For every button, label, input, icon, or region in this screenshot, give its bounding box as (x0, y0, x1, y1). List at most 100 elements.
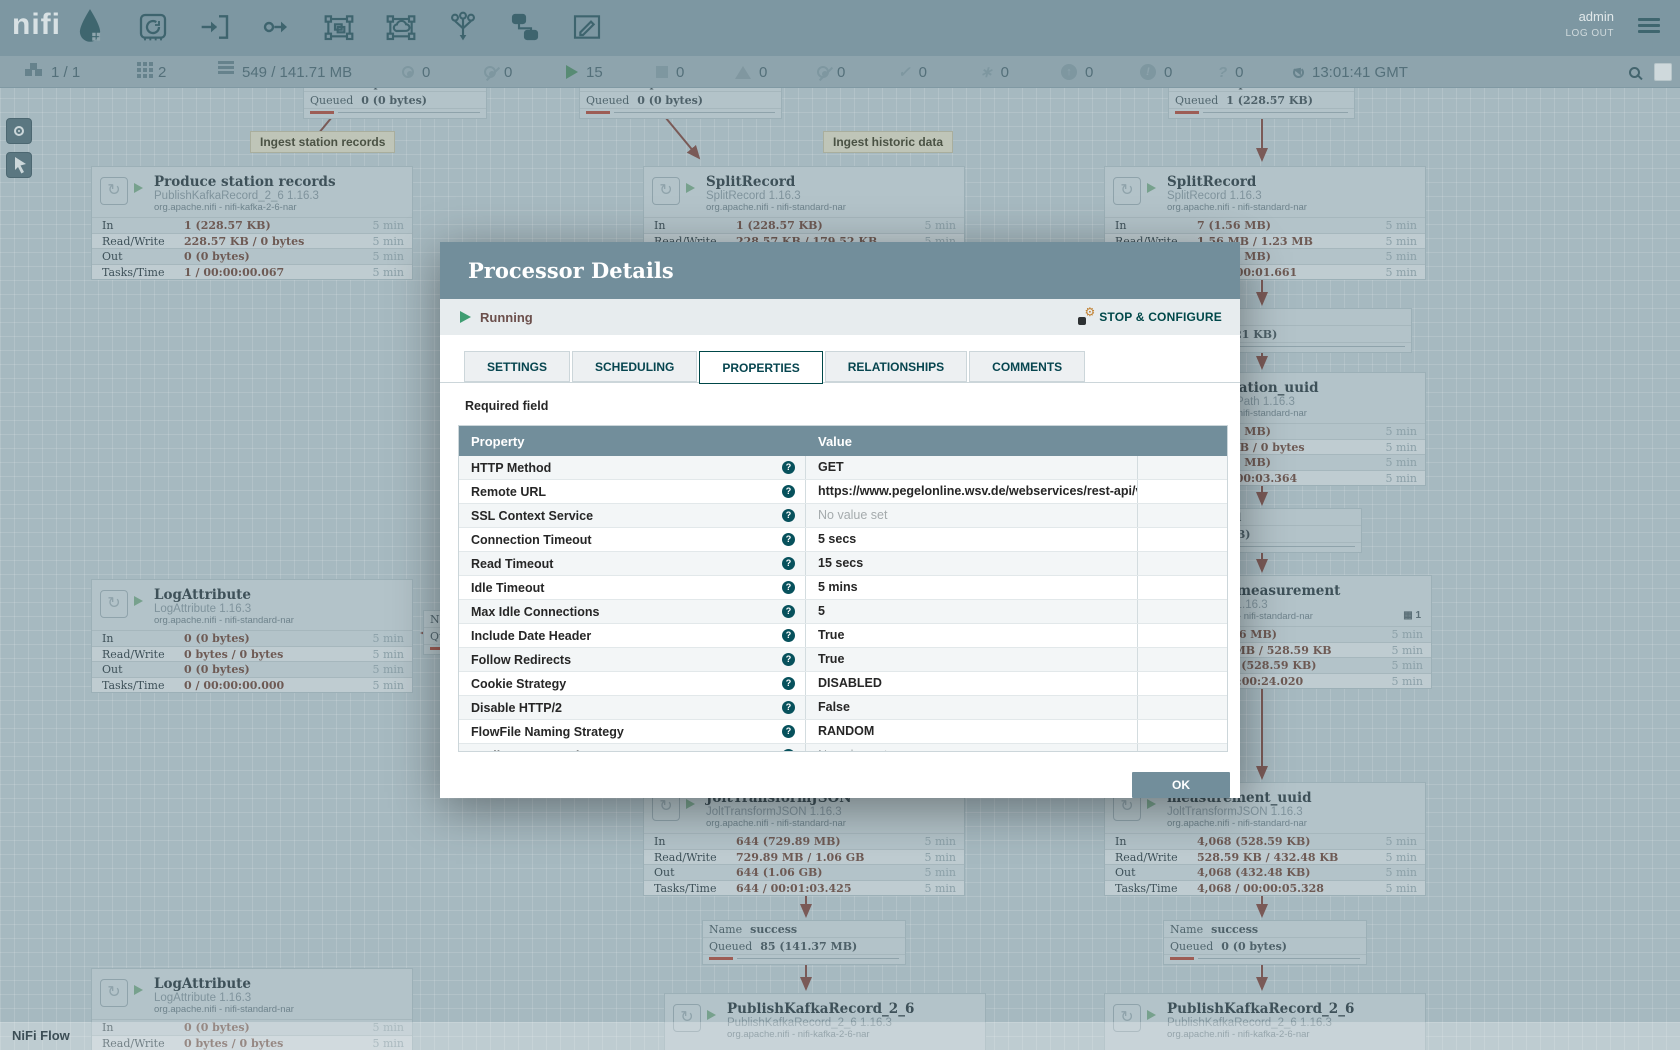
breadcrumb[interactable]: NiFi Flow (0, 1022, 1680, 1050)
property-row[interactable]: Attributes to Send? No value set (459, 744, 1227, 751)
operate-palette-button[interactable] (6, 152, 32, 178)
property-value: True (818, 628, 844, 642)
navigate-palette-button[interactable] (6, 118, 32, 144)
help-icon[interactable]: ? (782, 629, 795, 642)
stopped-count-icon (656, 66, 668, 78)
processor[interactable]: ↻ JoltTransformJSON JoltTransformJSON 1.… (643, 782, 965, 896)
pointer-icon (7, 153, 31, 177)
global-menu-icon[interactable] (1638, 18, 1660, 36)
processor-type-icon: ↻ (100, 177, 128, 205)
help-icon[interactable]: ? (782, 509, 795, 522)
active-threads-icon (137, 62, 141, 66)
property-value: 5 (818, 604, 825, 618)
processor-bundle: org.apache.nifi - nifi-kafka-2-6-nar (154, 202, 404, 213)
help-icon[interactable]: ? (782, 653, 795, 666)
property-value: No value set (818, 748, 887, 751)
tab[interactable]: RELATIONSHIPS (825, 351, 967, 382)
property-value: No value set (818, 508, 887, 522)
logout-link[interactable]: LOG OUT (1565, 28, 1614, 39)
property-value: 5 mins (818, 580, 858, 594)
refresh-icon[interactable] (1293, 67, 1304, 78)
processor-component-icon[interactable] (137, 11, 169, 43)
stat-row: In4,068 (528.59 KB)5 min (1105, 833, 1425, 849)
flow-label[interactable]: Ingest historic data (823, 131, 953, 153)
disabled-count-icon (817, 66, 829, 78)
template-component-icon[interactable] (509, 11, 541, 43)
property-row[interactable]: Include Date Header? True (459, 624, 1227, 648)
flow-label[interactable]: Ingest station records (250, 131, 395, 153)
stat-row: Out0 (0 bytes)5 min (92, 661, 412, 677)
processor-details-dialog: Processor Details Running ⚙ STOP & CONFI… (440, 242, 1240, 798)
help-icon[interactable]: ? (782, 725, 795, 738)
tab[interactable]: PROPERTIES (699, 351, 822, 384)
processor[interactable]: ↻ Produce station records PublishKafkaRe… (91, 166, 413, 280)
help-icon[interactable]: ? (782, 485, 795, 498)
stat-row: In1 (228.57 KB)5 min (92, 217, 412, 233)
help-icon[interactable]: ? (782, 533, 795, 546)
processor-state: Running (480, 310, 533, 325)
help-icon[interactable]: ? (782, 677, 795, 690)
property-row[interactable]: FlowFile Naming Strategy? RANDOM (459, 720, 1227, 744)
stat-row: Out0 (0 bytes)5 min (92, 248, 412, 264)
tab[interactable]: SETTINGS (464, 351, 570, 382)
dialog-tabs: SETTINGS SCHEDULING PROPERTIES RELATIONS… (464, 351, 1087, 384)
stat-row: Out4,068 (432.48 KB)5 min (1105, 864, 1425, 880)
property-row[interactable]: Read Timeout? 15 secs (459, 552, 1227, 576)
property-row[interactable]: Idle Timeout? 5 mins (459, 576, 1227, 600)
connection-label[interactable]: Namesuccess Queued85 (141.37 MB) (702, 920, 906, 965)
search-icon[interactable] (1629, 67, 1640, 78)
processor-name: Produce station records (154, 174, 404, 190)
input-port-component-icon[interactable] (199, 11, 231, 43)
processor-type-icon: ↻ (100, 979, 128, 1007)
breadcrumb-root[interactable]: NiFi Flow (12, 1028, 70, 1043)
help-icon[interactable]: ? (782, 749, 795, 751)
running-indicator-icon (1147, 799, 1156, 809)
process-group-component-icon[interactable] (323, 11, 355, 43)
property-name: HTTP Method (471, 461, 551, 475)
sync-failure-icon: ? (1218, 64, 1227, 81)
property-row[interactable]: Cookie Strategy? DISABLED (459, 672, 1227, 696)
property-value: https://www.pegelonline.wsv.de/webservic… (818, 484, 1138, 498)
property-name: Cookie Strategy (471, 677, 566, 691)
running-indicator-icon (134, 183, 143, 193)
stop-and-configure-button[interactable]: ⚙ STOP & CONFIGURE (1078, 310, 1222, 325)
connection-label[interactable]: Namesuccess Queued0 (0 bytes) (1163, 920, 1367, 965)
flow-status-bar: 1 / 1 2 549 / 141.71 MB 0 0 15 0 0 0 ✓0 … (0, 56, 1680, 88)
value-column-header: Value (806, 434, 852, 449)
running-status-icon (460, 311, 471, 323)
bulletin-panel-button[interactable] (1654, 63, 1672, 81)
locally-modified-stale-icon: ! (1140, 64, 1156, 80)
help-icon[interactable]: ? (782, 581, 795, 594)
processor[interactable]: ↻ LogAttribute LogAttribute 1.16.3 org.a… (91, 579, 413, 693)
property-column-header: Property (459, 434, 806, 449)
remote-process-group-component-icon[interactable] (385, 11, 417, 43)
last-refresh-time: 13:01:41 GMT (1312, 64, 1408, 81)
properties-table: Property Value HTTP Method? GET Remote U… (458, 425, 1228, 752)
stat-row: In644 (729.89 MB)5 min (644, 833, 964, 849)
output-port-component-icon[interactable] (261, 11, 293, 43)
property-row[interactable]: Connection Timeout? 5 secs (459, 528, 1227, 552)
running-indicator-icon (686, 183, 695, 193)
property-row[interactable]: Remote URL? https://www.pegelonline.wsv.… (459, 480, 1227, 504)
help-icon[interactable]: ? (782, 605, 795, 618)
help-icon[interactable]: ? (782, 461, 795, 474)
property-row[interactable]: Disable HTTP/2? False (459, 696, 1227, 720)
funnel-component-icon[interactable] (447, 11, 479, 43)
help-icon[interactable]: ? (782, 557, 795, 570)
label-component-icon[interactable] (571, 11, 603, 43)
tab[interactable]: COMMENTS (969, 351, 1085, 382)
property-row[interactable]: Follow Redirects? True (459, 648, 1227, 672)
running-indicator-icon (707, 1010, 716, 1020)
help-icon[interactable]: ? (782, 701, 795, 714)
ok-button[interactable]: OK (1132, 772, 1230, 798)
property-row[interactable]: Max Idle Connections? 5 (459, 600, 1227, 624)
stat-row: Read/Write0 bytes / 0 bytes5 min (92, 646, 412, 662)
tab[interactable]: SCHEDULING (572, 351, 697, 382)
processor[interactable]: ↻ measurement_uuid JoltTransformJSON 1.1… (1104, 782, 1426, 896)
current-user: admin (1565, 9, 1614, 24)
property-row[interactable]: SSL Context Service? No value set (459, 504, 1227, 528)
property-row[interactable]: HTTP Method? GET (459, 456, 1227, 480)
property-name: Remote URL (471, 485, 546, 499)
property-name: Follow Redirects (471, 653, 571, 667)
stat-row: Tasks/Time644 / 00:01:03.4255 min (644, 880, 964, 896)
